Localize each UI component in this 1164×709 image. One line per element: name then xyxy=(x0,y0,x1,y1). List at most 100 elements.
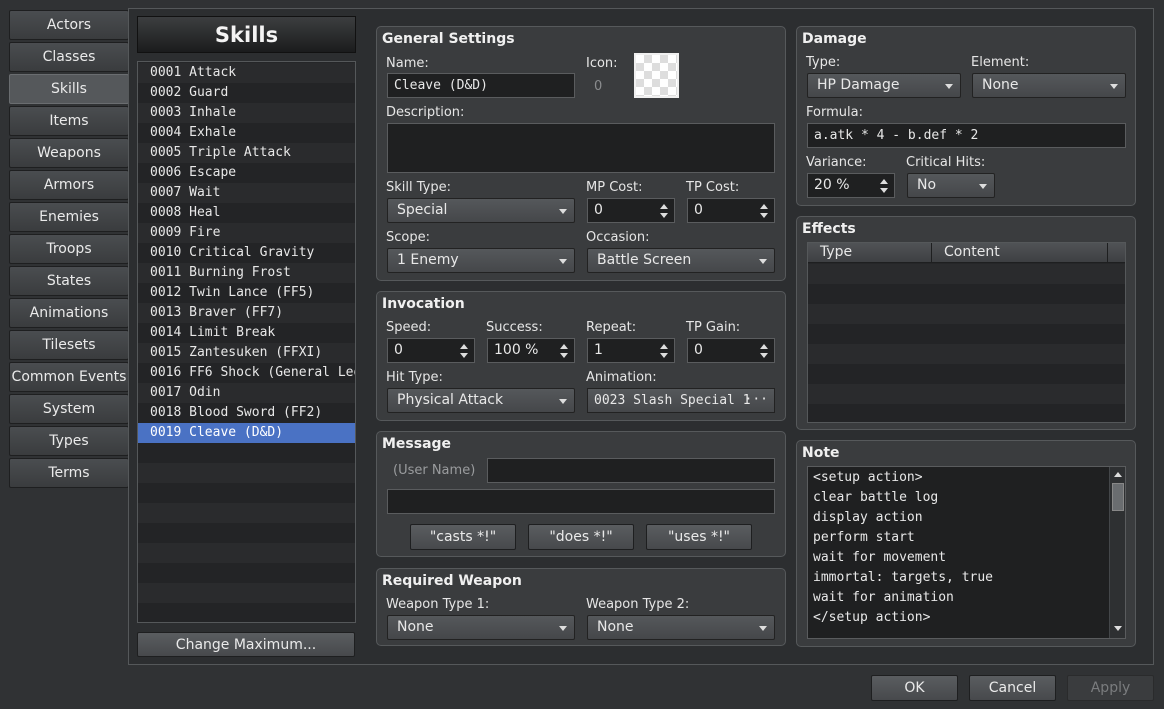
spin-down-icon[interactable] xyxy=(560,353,568,358)
spin-up-icon[interactable] xyxy=(460,344,468,349)
hit-type-select[interactable]: Physical Attack xyxy=(387,388,575,413)
skill-list-item[interactable]: 0014 Limit Break xyxy=(138,323,355,343)
spin-down-icon[interactable] xyxy=(760,353,768,358)
spin-down-icon[interactable] xyxy=(760,213,768,218)
tab-system[interactable]: System xyxy=(9,394,129,424)
tab-actors[interactable]: Actors xyxy=(9,10,129,40)
effects-row[interactable] xyxy=(808,404,1125,422)
skill-list-item[interactable]: 0016 FF6 Shock (General Leo) xyxy=(138,363,355,383)
message-line2-input[interactable] xyxy=(387,489,775,514)
icon-label: Icon: xyxy=(586,56,618,71)
change-maximum-button[interactable]: Change Maximum... xyxy=(137,632,355,657)
tab-enemies[interactable]: Enemies xyxy=(9,202,129,232)
tab-items[interactable]: Items xyxy=(9,106,129,136)
skill-list-item[interactable]: 0004 Exhale xyxy=(138,123,355,143)
cancel-button[interactable]: Cancel xyxy=(969,675,1056,701)
note-scrollbar[interactable] xyxy=(1109,467,1125,638)
effects-row[interactable] xyxy=(808,304,1125,324)
tab-troops[interactable]: Troops xyxy=(9,234,129,264)
tp-gain-spinner[interactable]: 0 xyxy=(687,338,775,363)
effects-row[interactable] xyxy=(808,344,1125,364)
skill-list-item[interactable]: 0018 Blood Sword (FF2) xyxy=(138,403,355,423)
effects-col-content[interactable]: Content xyxy=(932,243,1108,263)
repeat-spinner[interactable]: 1 xyxy=(587,338,675,363)
tab-classes[interactable]: Classes xyxy=(9,42,129,72)
weapon-type1-select[interactable]: None xyxy=(387,615,575,640)
name-input[interactable]: Cleave (D&D) xyxy=(387,73,575,98)
skill-list-item[interactable]: 0012 Twin Lance (FF5) xyxy=(138,283,355,303)
icon-picker[interactable] xyxy=(634,53,679,98)
skill-list-item[interactable]: 0003 Inhale xyxy=(138,103,355,123)
scroll-down-icon[interactable] xyxy=(1114,626,1122,631)
damage-type-select[interactable]: HP Damage xyxy=(807,73,961,98)
variance-spinner[interactable]: 20 % xyxy=(807,173,895,198)
spin-down-icon[interactable] xyxy=(660,353,668,358)
tab-animations[interactable]: Animations xyxy=(9,298,129,328)
spin-up-icon[interactable] xyxy=(660,204,668,209)
skill-type-select[interactable]: Special xyxy=(387,198,575,223)
tab-tilesets[interactable]: Tilesets xyxy=(9,330,129,360)
effects-row[interactable] xyxy=(808,284,1125,304)
spin-up-icon[interactable] xyxy=(880,179,888,184)
skill-list-item[interactable]: 0017 Odin xyxy=(138,383,355,403)
tab-common-events[interactable]: Common Events xyxy=(9,362,129,392)
spin-down-icon[interactable] xyxy=(880,188,888,193)
occasion-select[interactable]: Battle Screen xyxy=(587,248,775,273)
spin-up-icon[interactable] xyxy=(660,344,668,349)
effects-row[interactable] xyxy=(808,324,1125,344)
effects-col-type[interactable]: Type xyxy=(808,243,932,263)
skill-list-item[interactable]: 0001 Attack xyxy=(138,63,355,83)
critical-hits-value: No xyxy=(917,177,937,193)
casts-button[interactable]: "casts *!" xyxy=(410,524,516,550)
skill-type-value: Special xyxy=(397,202,448,218)
critical-hits-select[interactable]: No xyxy=(907,173,995,198)
tab-weapons[interactable]: Weapons xyxy=(9,138,129,168)
success-spinner[interactable]: 100 % xyxy=(487,338,575,363)
tab-skills[interactable]: Skills xyxy=(9,74,129,104)
ellipsis-icon[interactable]: ··· xyxy=(745,392,768,407)
scroll-thumb[interactable] xyxy=(1112,483,1124,511)
description-input[interactable] xyxy=(387,123,775,173)
tab-types[interactable]: Types xyxy=(9,426,129,456)
skill-list-item[interactable]: 0009 Fire xyxy=(138,223,355,243)
scope-select[interactable]: 1 Enemy xyxy=(387,248,575,273)
spin-up-icon[interactable] xyxy=(760,344,768,349)
skill-list-item[interactable]: 0002 Guard xyxy=(138,83,355,103)
tab-terms[interactable]: Terms xyxy=(9,458,129,488)
skill-list-item[interactable]: 0007 Wait xyxy=(138,183,355,203)
skill-list-item[interactable]: 0005 Triple Attack xyxy=(138,143,355,163)
speed-spinner[interactable]: 0 xyxy=(387,338,475,363)
effects-row[interactable] xyxy=(808,384,1125,404)
spin-up-icon[interactable] xyxy=(760,204,768,209)
skill-list-item[interactable]: 0013 Braver (FF7) xyxy=(138,303,355,323)
spin-up-icon[interactable] xyxy=(560,344,568,349)
element-select[interactable]: None xyxy=(972,73,1126,98)
note-textarea[interactable]: <setup action> clear battle log display ac… xyxy=(807,466,1126,639)
weapon-type2-select[interactable]: None xyxy=(587,615,775,640)
does-button[interactable]: "does *!" xyxy=(528,524,634,550)
formula-input[interactable]: a.atk * 4 - b.def * 2 xyxy=(807,123,1126,148)
scroll-up-icon[interactable] xyxy=(1114,472,1122,477)
skill-list-item[interactable]: 0010 Critical Gravity xyxy=(138,243,355,263)
effects-table[interactable]: Type Content xyxy=(807,242,1126,423)
mp-cost-spinner[interactable]: 0 xyxy=(587,198,675,223)
skill-list-item[interactable]: 0006 Escape xyxy=(138,163,355,183)
tab-states[interactable]: States xyxy=(9,266,129,296)
tab-armors[interactable]: Armors xyxy=(9,170,129,200)
skill-list-item[interactable]: 0011 Burning Frost xyxy=(138,263,355,283)
spin-down-icon[interactable] xyxy=(660,213,668,218)
effects-row[interactable] xyxy=(808,264,1125,284)
skill-list-item[interactable]: 0019 Cleave (D&D) xyxy=(138,423,355,443)
skill-list-item[interactable]: 0015 Zantesuken (FFXI) xyxy=(138,343,355,363)
skill-list-item[interactable]: 0008 Heal xyxy=(138,203,355,223)
tp-cost-spinner[interactable]: 0 xyxy=(687,198,775,223)
uses-button[interactable]: "uses *!" xyxy=(646,524,752,550)
spin-down-icon[interactable] xyxy=(460,353,468,358)
effects-row[interactable] xyxy=(808,364,1125,384)
message-line1-input[interactable] xyxy=(487,458,775,483)
list-title: Skills xyxy=(137,16,356,53)
apply-button[interactable]: Apply xyxy=(1067,675,1154,701)
skill-list[interactable]: 0001 Attack 0002 Guard 0003 Inhale 0004 Exh… xyxy=(137,61,356,623)
ok-button[interactable]: OK xyxy=(871,675,958,701)
animation-select[interactable]: 0023 Slash Special 1 ··· xyxy=(587,388,775,413)
